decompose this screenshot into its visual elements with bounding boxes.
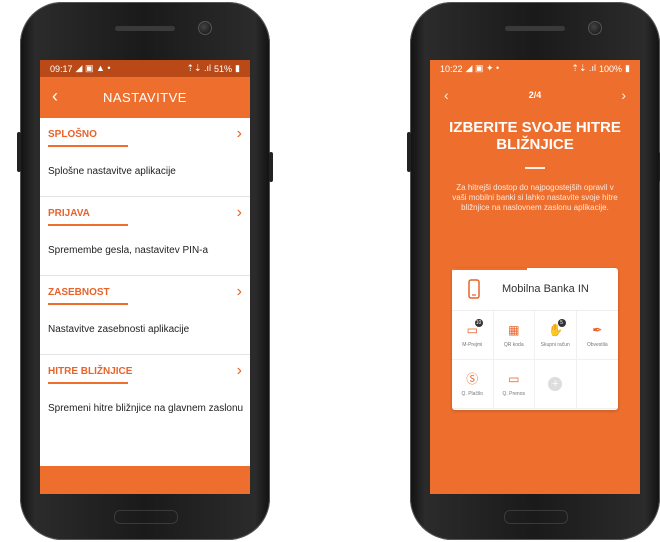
tile-label: QR koda bbox=[503, 341, 524, 348]
status-bar: 09:17 ◢ ▣ ▲ • ⇡⇣ .ıl 51% ▮ bbox=[40, 60, 250, 77]
qr-code-icon: ▦ bbox=[508, 322, 520, 337]
phone-right: 10:22 ◢ ▣ ✦ • ⇡⇣ .ıl 100% ▮ ‹ 2/4 › IZBE… bbox=[407, 2, 660, 540]
shortcuts-grid: ▭ 10 M-Prejmi ▦ QR koda ✋ 5 Skupni račun… bbox=[452, 311, 618, 409]
tile-label: Q. Prenos bbox=[502, 390, 525, 397]
page-title: NASTAVITVE bbox=[103, 90, 187, 105]
shortcut-tile[interactable]: ✋ 5 Skupni račun bbox=[535, 311, 577, 360]
section-heading: ZASEBNOST bbox=[48, 287, 110, 298]
notification-icons: ◢ ▣ ✦ • bbox=[465, 63, 500, 73]
count-badge: 5 bbox=[557, 319, 566, 327]
front-camera bbox=[198, 21, 212, 35]
section-shortcuts[interactable]: HITRE BLIŽNJICE › Spremeni hitre bližnji… bbox=[40, 355, 250, 433]
shortcut-tile[interactable]: ▭ 10 M-Prejmi bbox=[452, 311, 494, 360]
empty-tile bbox=[576, 360, 618, 409]
chevron-right-icon[interactable]: › bbox=[237, 125, 242, 145]
clock: 09:17 bbox=[50, 63, 73, 74]
shortcuts-preview-card: Mobilna Banka IN ▭ 10 M-Prejmi ▦ QR koda… bbox=[452, 268, 618, 410]
section-heading: SPLOŠNO bbox=[48, 129, 97, 140]
side-button bbox=[269, 152, 273, 182]
clock: 10:22 bbox=[440, 63, 463, 74]
section-description: Nastavitve zasebnosti aplikacije bbox=[40, 305, 250, 355]
pager: ‹ 2/4 › bbox=[430, 77, 640, 113]
tile-label: Skupni račun bbox=[540, 341, 570, 348]
side-button bbox=[407, 132, 411, 172]
section-description: Splošne nastavitve aplikacije bbox=[40, 147, 250, 197]
shortcut-tile[interactable]: ▦ QR koda bbox=[493, 311, 535, 360]
section-description: Spremeni hitre bližnjice na glavnem zasl… bbox=[48, 403, 244, 414]
add-shortcut-tile[interactable]: + bbox=[535, 360, 577, 409]
onboarding-description: Za hitrejši dostop do najpogostejših opr… bbox=[452, 183, 618, 212]
chevron-right-icon[interactable]: › bbox=[237, 362, 242, 382]
app-brand-name: Mobilna Banka IN bbox=[502, 283, 589, 295]
onboarding-screen: 10:22 ◢ ▣ ✦ • ⇡⇣ .ıl 100% ▮ ‹ 2/4 › IZBE… bbox=[430, 60, 640, 494]
section-privacy[interactable]: ZASEBNOST › Nastavitve zasebnosti aplika… bbox=[40, 276, 250, 355]
status-bar: 10:22 ◢ ▣ ✦ • ⇡⇣ .ıl 100% ▮ bbox=[430, 60, 640, 77]
page-indicator: 2/4 bbox=[528, 90, 542, 100]
section-general[interactable]: SPLOŠNO › Splošne nastavitve aplikacije bbox=[40, 118, 250, 197]
battery-icon: ▮ bbox=[235, 63, 240, 73]
section-heading: PRIJAVA bbox=[48, 208, 90, 219]
chevron-left-icon[interactable]: ‹ bbox=[444, 87, 449, 103]
chevron-right-icon[interactable]: › bbox=[621, 87, 626, 103]
shortcut-tile[interactable]: ▭ Q. Prenos bbox=[493, 360, 535, 409]
home-button[interactable] bbox=[504, 510, 568, 524]
section-login[interactable]: PRIJAVA › Spremembe gesla, nastavitev PI… bbox=[40, 197, 250, 276]
coin-icon: Ⓢ bbox=[466, 371, 479, 386]
side-button bbox=[17, 132, 21, 172]
home-button[interactable] bbox=[114, 510, 178, 524]
tile-label: Q. Plačilo bbox=[461, 390, 483, 397]
smartphone-icon bbox=[468, 279, 480, 299]
chevron-right-icon[interactable]: › bbox=[237, 283, 242, 303]
section-description: Spremembe gesla, nastavitev PIN-a bbox=[40, 226, 250, 276]
battery-icon: ▮ bbox=[625, 63, 630, 73]
tile-label: M-Prejmi bbox=[462, 341, 483, 348]
onboarding-title: IZBERITE SVOJE HITRE BLIŽNJICE bbox=[449, 119, 621, 153]
speaker-grille bbox=[115, 26, 175, 31]
bottom-bar bbox=[40, 466, 250, 494]
app-header: ‹ NASTAVITVE bbox=[40, 77, 250, 118]
speaker-grille bbox=[505, 26, 565, 31]
count-badge: 10 bbox=[474, 319, 483, 327]
wallet-icon: ▭ bbox=[508, 371, 520, 386]
tile-label: Obvestila bbox=[586, 341, 608, 348]
megaphone-icon: ✒ bbox=[592, 322, 603, 337]
shortcut-tile[interactable]: ✒ Obvestila bbox=[576, 311, 618, 360]
section-heading: HITRE BLIŽNJICE bbox=[48, 366, 133, 377]
phone-left: 09:17 ◢ ▣ ▲ • ⇡⇣ .ıl 51% ▮ ‹ NASTAVITVE … bbox=[17, 2, 273, 540]
progress-indicator bbox=[452, 268, 527, 270]
battery-level: 51% bbox=[214, 63, 233, 74]
title-divider bbox=[525, 167, 545, 169]
plus-icon: + bbox=[548, 377, 563, 391]
shortcut-tile[interactable]: Ⓢ Q. Plačilo bbox=[452, 360, 494, 409]
notification-icons: ◢ ▣ ▲ • bbox=[75, 63, 111, 73]
chevron-left-icon[interactable]: ‹ bbox=[52, 86, 58, 107]
front-camera bbox=[588, 21, 602, 35]
settings-screen: 09:17 ◢ ▣ ▲ • ⇡⇣ .ıl 51% ▮ ‹ NASTAVITVE … bbox=[40, 60, 250, 494]
signal-icons: ⇡⇣ .ıl bbox=[186, 63, 212, 73]
signal-icons: ⇡⇣ .ıl bbox=[571, 63, 597, 73]
battery-level: 100% bbox=[599, 63, 623, 74]
chevron-right-icon[interactable]: › bbox=[237, 204, 242, 224]
